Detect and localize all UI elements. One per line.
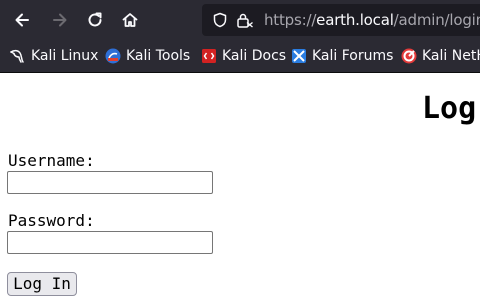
forward-button[interactable] [46, 6, 74, 34]
kali-forums-icon [292, 49, 306, 63]
reload-icon [88, 12, 102, 27]
address-bar[interactable]: https://earth.local/admin/login [202, 4, 480, 36]
arrow-right-icon [53, 13, 67, 27]
reload-button[interactable] [81, 6, 109, 34]
bookmark-label: Kali Docs [222, 48, 287, 64]
url-scheme: https:// [264, 11, 317, 29]
bookmark-label: Kali Linux [31, 48, 99, 64]
kali-docs-icon [202, 49, 216, 63]
kali-tools-icon [105, 48, 121, 64]
bookmark-label: Kali NetH [422, 48, 480, 64]
url-path: /admin/login [393, 11, 480, 29]
page-title: Log [422, 91, 477, 126]
password-field[interactable] [7, 231, 213, 254]
username-field[interactable] [7, 171, 213, 194]
bookmark-kali-docs[interactable]: Kali Docs [201, 46, 286, 66]
browser-toolbar: https://earth.local/admin/login [0, 0, 480, 40]
shield-icon[interactable] [212, 12, 228, 28]
bookmark-label: Kali Forums [312, 48, 394, 64]
bookmark-label: Kali Tools [126, 48, 191, 64]
bookmarks-toolbar: Kali Linux Kali Tools Kali Docs Kali For… [0, 40, 480, 73]
bookmark-kali-tools[interactable]: Kali Tools [105, 46, 190, 66]
lock-icon[interactable] [236, 12, 254, 28]
home-button[interactable] [116, 6, 144, 34]
bookmark-kali-nethunter[interactable]: Kali NetH [401, 46, 480, 66]
bookmark-kali-forums[interactable]: Kali Forums [291, 46, 393, 66]
back-button[interactable] [8, 6, 36, 34]
url-host: earth.local [316, 11, 394, 29]
arrow-left-icon [15, 13, 29, 27]
kali-nethunter-icon [401, 48, 417, 64]
login-button[interactable]: Log In [7, 272, 77, 296]
home-icon [122, 13, 138, 27]
username-label: Username: [8, 151, 95, 170]
bookmark-kali-linux[interactable]: Kali Linux [10, 46, 98, 66]
url-text[interactable]: https://earth.local/admin/login [264, 11, 480, 29]
kali-dragon-icon [10, 49, 24, 63]
password-label: Password: [8, 211, 95, 230]
